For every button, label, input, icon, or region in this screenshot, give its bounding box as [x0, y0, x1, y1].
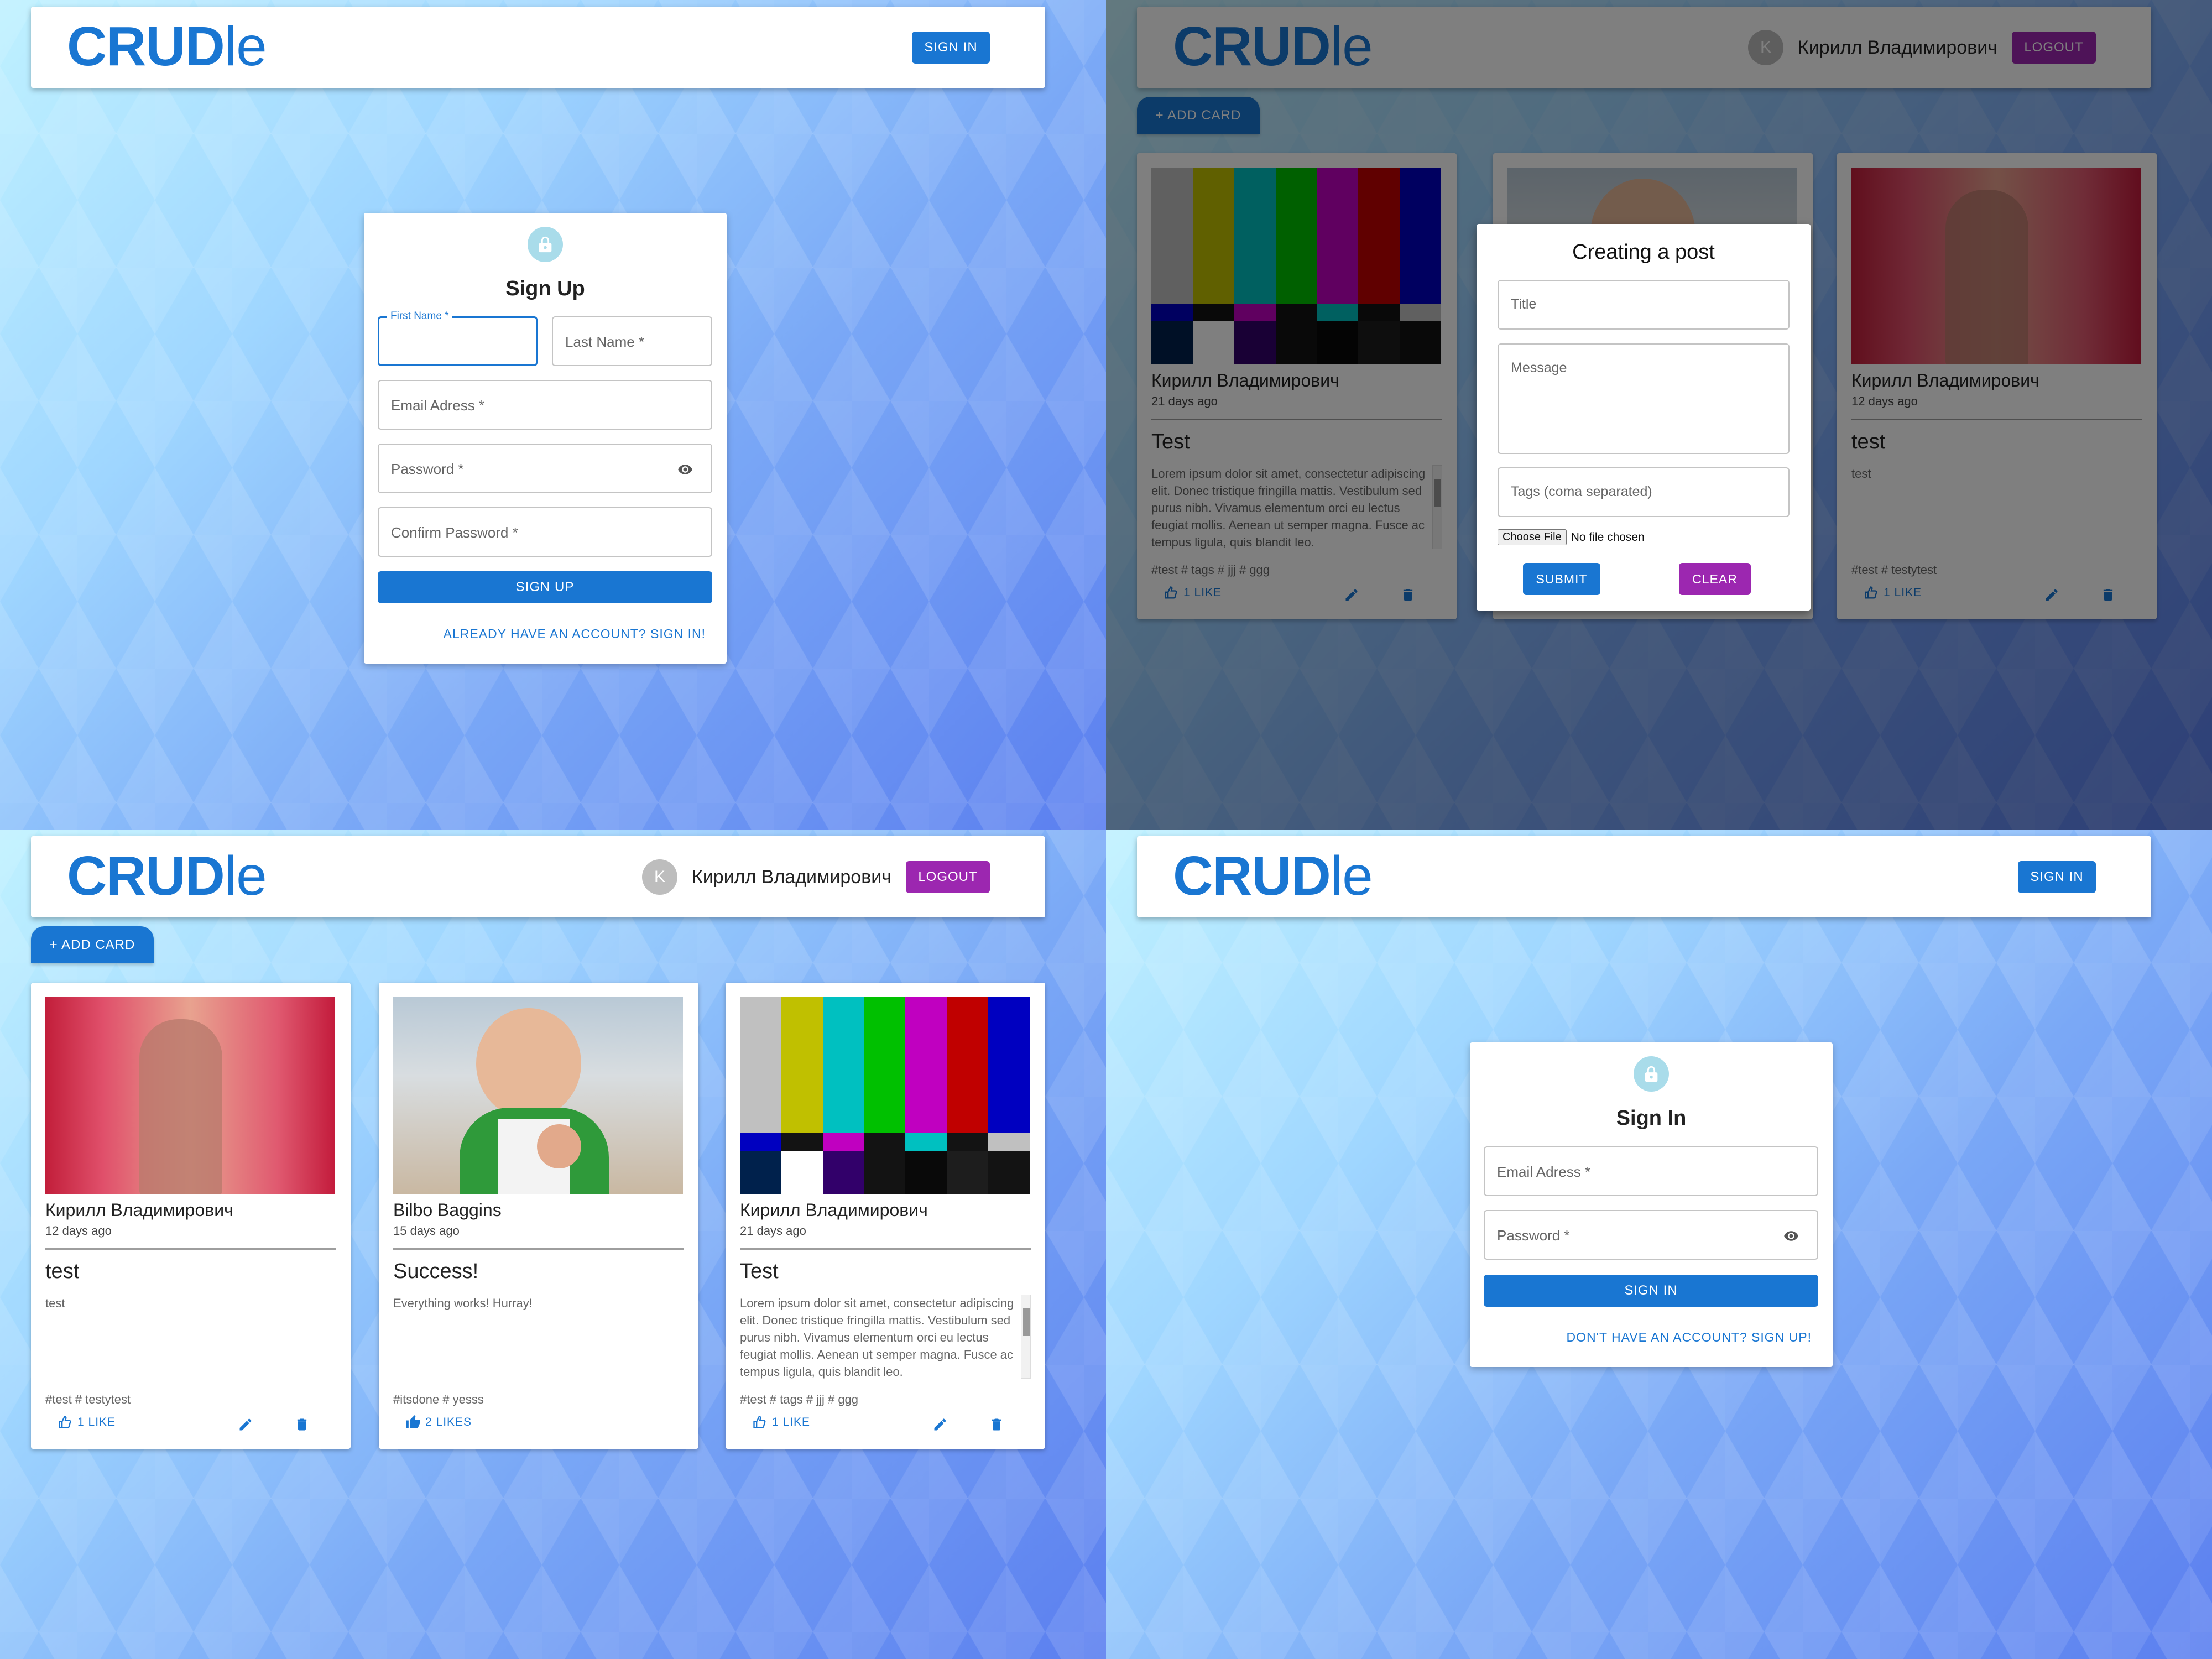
card-actions: 2 LIKES — [393, 1415, 684, 1437]
signup-form: Sign Up First Name * Last Name * Email A… — [364, 213, 727, 664]
post-title: test — [45, 1260, 80, 1283]
card-actions: 1 LIKE — [740, 1415, 1031, 1437]
logout-button[interactable]: LOGOUT — [906, 861, 990, 893]
user-area: K Кирилл Владимирович LOGOUT — [641, 859, 990, 895]
modal-title: Creating a post — [1572, 241, 1715, 264]
scrollbar[interactable] — [1021, 1295, 1031, 1379]
lock-icon — [1634, 1056, 1669, 1092]
post-message: test — [45, 1296, 65, 1310]
post-image-red-figure — [45, 997, 335, 1194]
brand-logo[interactable]: CRUDle — [67, 19, 267, 74]
email-field[interactable]: Email Adress * — [1484, 1146, 1818, 1196]
app-bar: CRUDle K Кирилл Владимирович LOGOUT — [31, 836, 1045, 917]
post-message: Everything works! Hurray! — [393, 1296, 533, 1310]
brand-logo[interactable]: CRUDle — [67, 848, 267, 904]
last-name-placeholder: Last Name * — [565, 333, 645, 350]
post-image-tv-bars — [740, 997, 1030, 1194]
post-image-success-kid — [393, 997, 683, 1194]
signup-title: Sign Up — [505, 277, 585, 300]
create-post-modal: Creating a post Title Message Tags (coma… — [1477, 224, 1811, 611]
email-placeholder: Email Adress * — [391, 397, 485, 414]
post-card: Кирилл Владимирович 12 days ago test tes… — [31, 983, 351, 1449]
post-message-input[interactable]: Message — [1498, 343, 1790, 454]
first-name-field[interactable]: First Name * — [378, 310, 538, 366]
edit-icon[interactable] — [932, 1417, 948, 1435]
file-input: Choose File No file chosen — [1498, 529, 1645, 545]
divider — [393, 1248, 684, 1250]
lock-icon — [528, 227, 563, 262]
card-actions: 1 LIKE — [45, 1415, 336, 1437]
submit-button[interactable]: SUBMIT — [1523, 563, 1600, 595]
email-placeholder: Email Adress * — [1497, 1164, 1591, 1180]
post-card: Bilbo Baggins 15 days ago Success! Every… — [379, 983, 698, 1449]
post-date: 12 days ago — [45, 1224, 112, 1238]
post-author: Bilbo Baggins — [393, 1200, 502, 1220]
brand-logo[interactable]: CRUDle — [1173, 848, 1373, 904]
password-placeholder: Password * — [1497, 1227, 1570, 1244]
first-name-label: First Name * — [387, 310, 452, 322]
post-date: 21 days ago — [740, 1224, 806, 1238]
signin-nav-button[interactable]: SIGN IN — [2018, 861, 2096, 893]
feed-screen: CRUDle K Кирилл Владимирович LOGOUT + AD… — [0, 830, 1106, 1659]
eye-icon[interactable] — [676, 462, 695, 480]
post-author: Кирилл Владимирович — [740, 1200, 928, 1220]
signup-link[interactable]: DON'T HAVE AN ACCOUNT? SIGN UP! — [1566, 1330, 1812, 1345]
last-name-field[interactable]: Last Name * — [552, 316, 712, 366]
delete-icon[interactable] — [294, 1417, 310, 1435]
delete-icon[interactable] — [989, 1417, 1004, 1435]
signin-form: Sign In Email Adress * Password * SIGN I… — [1470, 1042, 1833, 1367]
signup-button[interactable]: SIGN UP — [378, 571, 712, 603]
post-tags: #itsdone # yesss — [393, 1392, 484, 1406]
eye-icon[interactable] — [1782, 1228, 1801, 1246]
confirm-password-placeholder: Confirm Password * — [391, 524, 518, 541]
add-card-button[interactable]: + ADD CARD — [31, 926, 154, 963]
password-field[interactable]: Password * — [1484, 1210, 1818, 1260]
avatar[interactable]: K — [641, 859, 677, 895]
post-tags: #test # tags # jjj # ggg — [740, 1392, 859, 1406]
post-title: Test — [740, 1260, 779, 1283]
post-tags-input[interactable]: Tags (coma separated) — [1498, 467, 1790, 517]
email-field[interactable]: Email Adress * — [378, 380, 712, 430]
like-button[interactable]: 1 LIKE — [752, 1415, 810, 1430]
app-bar: CRUDle SIGN IN — [31, 7, 1045, 88]
post-tags: #test # testytest — [45, 1392, 131, 1406]
signin-nav-button[interactable]: SIGN IN — [912, 32, 990, 64]
like-button[interactable]: 1 LIKE — [58, 1415, 116, 1430]
create-post-screen: CRUDle K Кирилл Владимирович LOGOUT + AD… — [1106, 0, 2212, 830]
signin-title: Sign In — [1616, 1107, 1687, 1130]
post-date: 15 days ago — [393, 1224, 460, 1238]
post-message[interactable]: Lorem ipsum dolor sit amet, consectetur … — [740, 1295, 1031, 1379]
post-card: Кирилл Владимирович 21 days ago Test Lor… — [726, 983, 1045, 1449]
app-bar: CRUDle SIGN IN — [1137, 836, 2151, 917]
divider — [740, 1248, 1031, 1250]
signup-screen: CRUDle SIGN IN Sign Up First Name * Last… — [0, 0, 1106, 830]
like-button[interactable]: 2 LIKES — [405, 1415, 472, 1430]
file-status: No file chosen — [1571, 530, 1645, 544]
post-author: Кирилл Владимирович — [45, 1200, 233, 1220]
user-name: Кирилл Владимирович — [691, 866, 891, 888]
signin-button[interactable]: SIGN IN — [1484, 1275, 1818, 1307]
signin-screen: CRUDle SIGN IN Sign In Email Adress * Pa… — [1106, 830, 2212, 1659]
post-title: Success! — [393, 1260, 479, 1283]
choose-file-button[interactable]: Choose File — [1498, 529, 1567, 545]
confirm-password-field[interactable]: Confirm Password * — [378, 507, 712, 557]
post-title-input[interactable]: Title — [1498, 280, 1790, 330]
edit-icon[interactable] — [238, 1417, 253, 1435]
password-placeholder: Password * — [391, 461, 464, 477]
divider — [45, 1248, 336, 1250]
signin-link[interactable]: ALREADY HAVE AN ACCOUNT? SIGN IN! — [444, 627, 706, 641]
clear-button[interactable]: CLEAR — [1679, 563, 1751, 595]
password-field[interactable]: Password * — [378, 444, 712, 493]
